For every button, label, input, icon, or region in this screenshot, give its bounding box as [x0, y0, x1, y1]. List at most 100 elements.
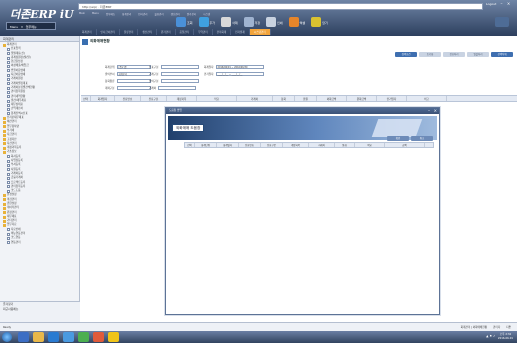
grid-column-header[interactable]: 환율 [295, 96, 317, 101]
grid-column-header[interactable]: 비고 [407, 96, 447, 101]
dialog-column-header[interactable]: 회계일자 [217, 143, 239, 147]
dialog-buttons: 확인 취소 [387, 136, 433, 141]
grid-column-header[interactable]: 거래처 [237, 96, 273, 101]
dialog-close-icon[interactable]: × [434, 108, 437, 114]
dialog-button[interactable]: 취소 [411, 136, 433, 141]
dialog-column-header[interactable]: 계정과목 [283, 143, 309, 147]
date-range-field[interactable]: 2016/06/01 ~ 2016/06/30 [215, 65, 264, 69]
grid-column-header[interactable]: 전표구분 [141, 96, 167, 101]
clock-date: 2016-06-01 [497, 336, 513, 340]
grid-column-header[interactable]: 회계일자 [91, 96, 115, 101]
content-button[interactable]: 검색조건 [395, 52, 417, 57]
grid-column-header[interactable]: 적요 [197, 96, 237, 101]
toolbar-delete-button[interactable]: 삭제 [221, 17, 238, 27]
media-taskbar-icon[interactable] [93, 332, 104, 342]
toolbar-add-button[interactable]: 추가 [198, 17, 215, 27]
content-button[interactable]: 초기화 [419, 52, 441, 57]
main-nav-item[interactable]: 생산관리 [138, 29, 157, 35]
close-icon[interactable]: × [505, 1, 512, 7]
tab-item[interactable]: Menu [92, 12, 99, 18]
main-nav-item[interactable]: 전자결재 [231, 29, 250, 35]
grid-column-header[interactable]: 원화금액 [347, 96, 377, 101]
main-nav-item[interactable]: 물류관리 [120, 29, 139, 35]
top-bar: 더존ERP iU Menu ▾ 업무메뉴 http://erp/ · 더존ERP L… [0, 0, 517, 36]
grid-column-header[interactable]: 전표번호 [115, 96, 141, 101]
toolbar-search-button[interactable]: 조회 [176, 17, 193, 27]
account-icon[interactable] [495, 17, 509, 27]
page-title: 외화매매현황 [82, 38, 110, 45]
content-button[interactable]: 일괄처리 [467, 52, 489, 57]
toolbar-excel-button[interactable]: 엑셀 [288, 17, 306, 27]
add-icon [198, 17, 209, 27]
status-bar: Ready 회계관리 | 외화매매현황 관리자 더존 [0, 322, 517, 331]
dialog-minimize-icon[interactable]: – [428, 108, 430, 114]
grid-column-header[interactable]: 외화금액 [317, 96, 347, 101]
dept-field[interactable]: 회계부서 [116, 72, 151, 76]
dialog-column-header[interactable]: 회계단위 [195, 143, 217, 147]
grid-column-header[interactable]: 통화 [273, 96, 295, 101]
resolution-field[interactable] [160, 79, 199, 83]
excel-icon [288, 17, 299, 27]
toolbar-save-button[interactable]: 저장 [243, 17, 261, 27]
tab-item[interactable]: 물류관리 [154, 12, 163, 18]
start-icon[interactable] [2, 332, 12, 342]
tab-item[interactable]: 회계관리 [122, 12, 131, 18]
toolbar-label: 닫기 [322, 21, 328, 25]
minimize-icon[interactable]: – [498, 1, 505, 7]
tab-item[interactable]: 업무메뉴 [106, 12, 115, 18]
toolbar-close-button[interactable]: 닫기 [311, 17, 328, 27]
app-taskbar-icon[interactable] [63, 332, 74, 342]
menu-button[interactable]: Menu ▾ 업무메뉴 [6, 22, 56, 30]
account-type-field[interactable] [116, 86, 151, 90]
banner-decoration [371, 119, 423, 137]
document-icon [7, 172, 10, 176]
toolbar-label: 엑셀 [299, 21, 306, 25]
sidebar-footer-item[interactable]: 최근사용메뉴 [0, 307, 80, 312]
ie-taskbar-icon[interactable] [18, 332, 29, 342]
slip-type-select[interactable] [160, 65, 199, 69]
folder-icon [3, 215, 6, 219]
main-nav-item[interactable]: 무역관리 [194, 29, 213, 35]
dialog-column-header[interactable]: 통화 [335, 143, 355, 147]
content-button[interactable]: 선택삭제 [491, 52, 513, 57]
dialog-column-header[interactable]: 거래처 [309, 143, 335, 147]
document-icon [7, 99, 10, 103]
explorer-taskbar-icon[interactable] [33, 332, 44, 342]
main-nav-item[interactable]: 인사급여관리 [97, 29, 120, 35]
dialog-column-header[interactable]: 선택 [185, 143, 195, 147]
dialog-button[interactable]: 확인 [387, 136, 409, 141]
grid-column-header[interactable]: 만기일자 [377, 96, 407, 101]
unit-field[interactable]: (주)더존 [116, 65, 151, 69]
main-nav-item[interactable]: 관리회계 [213, 29, 232, 35]
messenger-taskbar-icon[interactable] [108, 332, 119, 342]
grid-column-header[interactable]: 선택 [81, 96, 91, 101]
main-nav-item[interactable]: 품질관리 [176, 29, 195, 35]
dialog-column-header[interactable]: 금액 [385, 143, 425, 147]
tab-item[interactable]: Main [79, 12, 85, 18]
toolbar-print-button[interactable]: 인쇄 [266, 17, 283, 27]
logout-link[interactable]: Logout [486, 2, 496, 6]
toolbar-label: 저장 [254, 21, 261, 25]
main-nav-item[interactable]: 원가관리 [157, 29, 176, 35]
content-button[interactable]: 전표처리 [443, 52, 465, 57]
document-icon [7, 69, 10, 73]
dialog-column-header[interactable]: 적요 [355, 143, 385, 147]
due-date-field[interactable]: ____/__/__ ~ ____/__/__ [215, 72, 264, 76]
tab-item[interactable]: 인사관리 [138, 12, 147, 18]
main-nav-item[interactable]: 시스템관리 [249, 29, 271, 35]
address-bar[interactable]: http://erp/ · 더존ERP [78, 3, 483, 10]
taskbar: ▲ ⚑ ♪ 오후 2:32 2016-06-01 [0, 331, 517, 343]
browser-taskbar-icon[interactable] [48, 332, 59, 342]
currency-field[interactable] [116, 79, 151, 83]
main-nav-item[interactable]: 회계관리 [78, 29, 97, 35]
browser-toolbar: Logout [486, 2, 496, 6]
deal-type-select[interactable] [160, 72, 199, 76]
dialog-column-header[interactable]: 전표구분 [261, 143, 283, 147]
dialog-column-header[interactable]: 전표번호 [239, 143, 261, 147]
partner-field[interactable] [158, 86, 197, 90]
chat-taskbar-icon[interactable] [78, 332, 89, 342]
grid-column-header[interactable]: 계정과목 [167, 96, 197, 101]
folder-icon [3, 116, 6, 120]
sidebar-tree-item[interactable]: 연동관리 [2, 241, 77, 245]
document-icon [7, 237, 10, 240]
